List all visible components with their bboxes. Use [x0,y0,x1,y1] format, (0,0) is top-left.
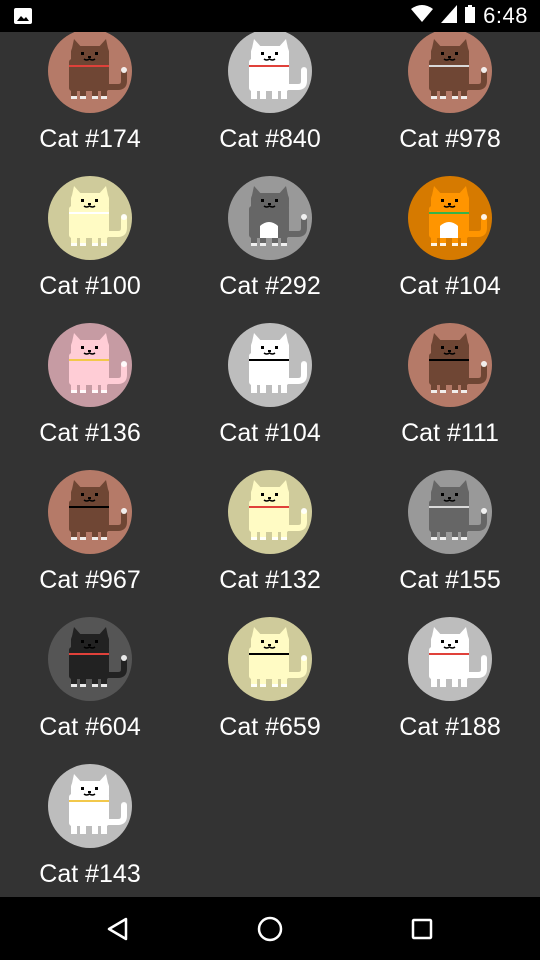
cat-avatar-icon [48,617,132,701]
cat-label: Cat #978 [399,125,501,153]
cat-avatar-icon [408,470,492,554]
status-time: 6:48 [483,3,528,28]
image-icon [14,8,32,24]
cat-item[interactable]: Cat #967 [0,470,180,617]
home-circle-icon[interactable] [250,909,290,949]
cat-item[interactable]: Cat #604 [0,617,180,764]
cat-label: Cat #136 [39,419,141,447]
cat-avatar-icon [408,176,492,260]
cat-label: Cat #155 [399,566,501,594]
cat-item[interactable]: Cat #840 [180,32,360,176]
back-triangle-icon[interactable] [98,909,138,949]
status-bar: 6:48 [0,0,540,32]
cat-item[interactable]: Cat #136 [0,323,180,470]
cat-label: Cat #132 [219,566,321,594]
cat-avatar-icon [228,323,312,407]
cat-item[interactable]: Cat #143 [0,764,180,897]
battery-icon [465,4,476,28]
cat-label: Cat #659 [219,713,321,741]
cat-item[interactable]: Cat #104 [360,176,540,323]
cat-avatar-icon [228,470,312,554]
cat-avatar-icon [228,617,312,701]
cat-item[interactable]: Cat #111 [360,323,540,470]
cat-item[interactable]: Cat #978 [360,32,540,176]
recents-square-icon[interactable] [402,909,442,949]
navigation-bar [0,897,540,960]
cat-item[interactable]: Cat #104 [180,323,360,470]
cat-avatar-icon [408,323,492,407]
cat-avatar-icon [228,176,312,260]
status-icons: 6:48 [411,0,528,32]
wifi-icon [411,4,434,28]
cell-signal-icon [441,4,458,28]
cat-item[interactable]: Cat #659 [180,617,360,764]
cat-avatar-icon [48,470,132,554]
cat-avatar-icon [228,32,312,113]
cat-avatar-icon [408,32,492,113]
cat-item[interactable]: Cat #100 [0,176,180,323]
cat-label: Cat #840 [219,125,321,153]
cat-label: Cat #104 [219,419,321,447]
cat-label: Cat #111 [401,419,499,447]
cat-label: Cat #104 [399,272,501,300]
cat-grid: Cat #174 Cat #840 Cat #978 Cat #100 Cat #292… [0,32,540,897]
cat-avatar-icon [48,764,132,848]
cat-item[interactable]: Cat #155 [360,470,540,617]
cat-label: Cat #292 [219,272,321,300]
cat-label: Cat #967 [39,566,141,594]
cat-avatar-icon [48,323,132,407]
cat-item[interactable]: Cat #188 [360,617,540,764]
cat-label: Cat #143 [39,860,141,888]
cat-item[interactable]: Cat #174 [0,32,180,176]
cat-label: Cat #100 [39,272,141,300]
cat-label: Cat #188 [399,713,501,741]
cat-item[interactable]: Cat #292 [180,176,360,323]
cat-avatar-icon [48,32,132,113]
cat-label: Cat #604 [39,713,141,741]
cat-avatar-icon [48,176,132,260]
cat-avatar-icon [408,617,492,701]
cat-item[interactable]: Cat #132 [180,470,360,617]
cat-label: Cat #174 [39,125,141,153]
